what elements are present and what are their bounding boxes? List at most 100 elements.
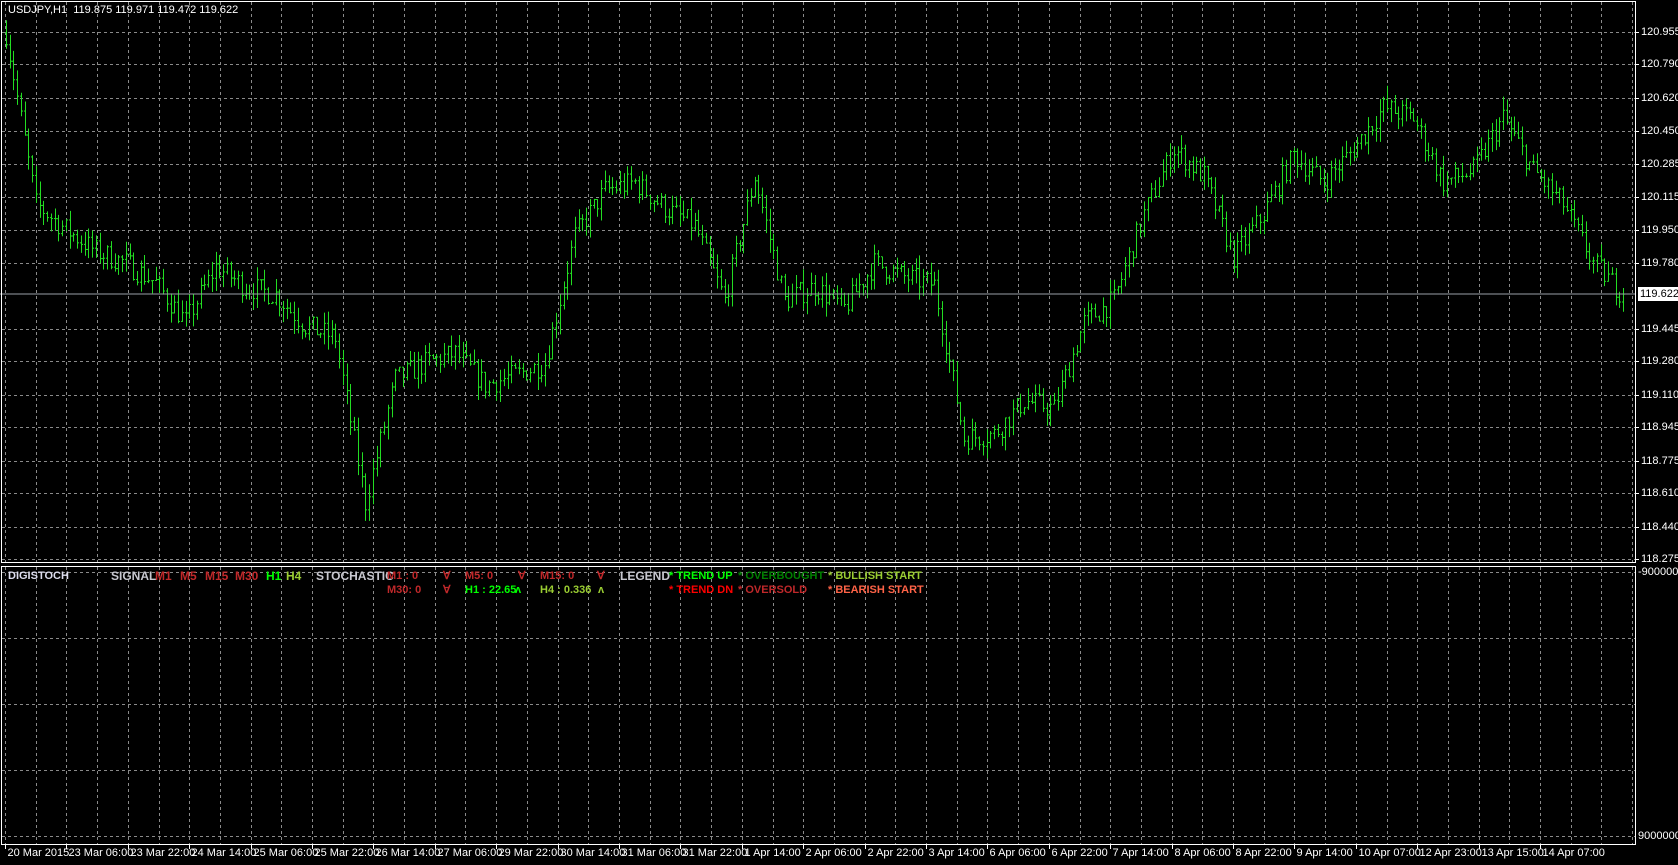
ohlc-bar: [1367, 117, 1370, 155]
ohlc-bar: [323, 312, 326, 345]
ohlc-bar: [1401, 100, 1404, 127]
ohlc-bar: [1558, 187, 1561, 204]
ohlc-bar: [1259, 213, 1262, 235]
ohlc-bar: [799, 281, 802, 291]
ohlc-bar: [1270, 183, 1273, 203]
stoch-value-5: H4 : 0.336: [540, 584, 592, 596]
ohlc-bar: [368, 484, 371, 521]
ohlc-bar: [1218, 205, 1221, 212]
ohlc-bar: [282, 300, 285, 323]
ohlc-bar: [1061, 369, 1064, 407]
ohlc-bar: [765, 195, 768, 234]
ohlc-bar: [1094, 303, 1097, 318]
ohlc-bar: [20, 92, 23, 117]
ohlc-bar: [1038, 384, 1041, 397]
stoch-value-4: H1 : 22.65: [465, 584, 517, 596]
arrow-down-icon: Ɐ: [518, 570, 526, 582]
ohlc-bars: [5, 20, 1625, 521]
ohlc-bar: [39, 181, 42, 218]
ohlc-bar: [465, 340, 468, 359]
ohlc-bar: [42, 200, 45, 225]
ohlc-bar: [1454, 162, 1457, 188]
arrow-down-icon: Ɐ: [443, 570, 451, 582]
ohlc-bar: [686, 209, 689, 219]
ohlc-bar: [1019, 393, 1022, 418]
ohlc-bar: [1278, 183, 1281, 203]
ohlc-bar: [1375, 116, 1378, 142]
ohlc-bar: [417, 351, 420, 389]
ohlc-bar: [570, 240, 573, 286]
ohlc-bar: [458, 334, 461, 364]
ohlc-bar: [125, 241, 128, 272]
ohlc-bar: [1371, 126, 1374, 136]
ohlc-bar: [1566, 197, 1569, 212]
ohlc-bar: [357, 417, 360, 476]
ohlc-bar: [1379, 98, 1382, 142]
ohlc-bar: [1004, 417, 1007, 451]
ohlc-bar: [1498, 117, 1501, 147]
arrow-down-icon: Ɐ: [443, 584, 451, 596]
stoch-value-3: M30: 0: [387, 584, 422, 596]
ohlc-bar: [851, 277, 854, 312]
ohlc-bar: [132, 252, 135, 281]
ohlc-bar: [495, 381, 498, 401]
ohlc-bar: [233, 270, 236, 286]
ohlc-bar: [1090, 303, 1093, 324]
ohlc-bar: [634, 178, 637, 184]
ohlc-bar: [623, 173, 626, 199]
ohlc-bar: [1435, 148, 1438, 182]
time-label: 26 Mar 14:00: [375, 847, 441, 859]
time-label: 24 Mar 14:00: [191, 847, 257, 859]
ohlc-bar: [1244, 227, 1247, 256]
time-label: 25 Mar 06:00: [253, 847, 319, 859]
ohlc-bar: [791, 283, 794, 308]
price-label: 118.775: [1641, 454, 1678, 467]
time-label: 20 Mar 2015: [7, 847, 70, 859]
ohlc-bar: [795, 275, 798, 305]
ohlc-bar: [72, 232, 75, 242]
ohlc-bar: [720, 269, 723, 290]
ohlc-bar: [110, 241, 113, 270]
ohlc-bar: [1469, 163, 1472, 181]
ohlc-bar: [293, 301, 296, 334]
ohlc-bar: [1128, 247, 1131, 278]
ohlc-bar: [641, 171, 644, 200]
ohlc-bar: [1412, 108, 1415, 122]
ohlc-bar: [1293, 147, 1296, 165]
ohlc-bar: [424, 345, 427, 383]
ohlc-bar: [870, 263, 873, 290]
ohlc-bar: [675, 196, 678, 209]
ohlc-bar: [1083, 307, 1086, 344]
ohlc-bar: [810, 272, 813, 296]
ohlc-bar: [1319, 165, 1322, 186]
ohlc-bar: [237, 270, 240, 290]
ohlc-bar: [252, 283, 255, 310]
ohlc-bar: [391, 382, 394, 418]
price-label: 120.450: [1641, 124, 1678, 137]
ohlc-bar: [885, 266, 888, 286]
ohlc-bar: [473, 349, 476, 365]
ohlc-bar: [821, 276, 824, 308]
ohlc-bar: [420, 355, 423, 384]
ohlc-bar: [480, 359, 483, 391]
current-price-label: 119.622: [1638, 287, 1678, 301]
ohlc-bar: [1023, 407, 1026, 415]
ohlc-bar: [222, 264, 225, 288]
ohlc-bar: [952, 359, 955, 382]
ohlc-bar: [443, 342, 446, 368]
ohlc-bar: [162, 268, 165, 295]
ohlc-bar: [1543, 169, 1546, 194]
signal-h1: H1: [266, 569, 282, 583]
signal-label: SIGNAL: [111, 569, 157, 583]
ohlc-bar: [1360, 133, 1363, 150]
legend-item: * BEARISH START: [828, 584, 924, 596]
ohlc-bar: [593, 198, 596, 209]
ohlc-bar: [1528, 161, 1531, 171]
ohlc-bar: [1300, 150, 1303, 171]
ohlc-bar: [522, 362, 525, 378]
price-chart[interactable]: [0, 0, 1678, 865]
ohlc-bar: [91, 230, 94, 258]
ohlc-bar: [1536, 153, 1539, 174]
ohlc-bar: [1427, 142, 1430, 162]
ohlc-bar: [99, 232, 102, 264]
